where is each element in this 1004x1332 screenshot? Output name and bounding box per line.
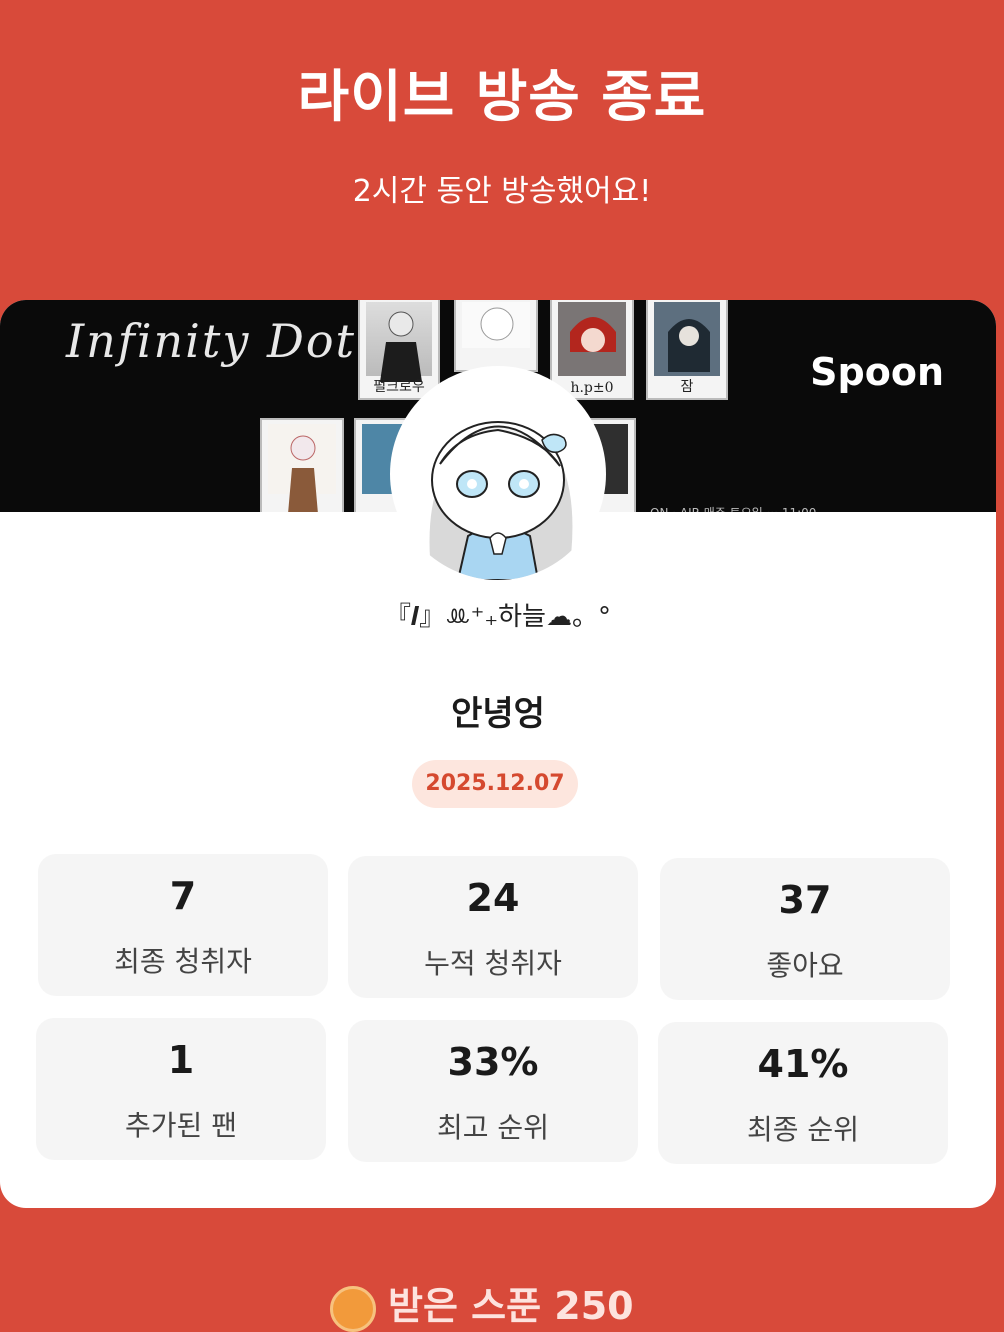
broadcast-date-badge: 2025.12.07 — [412, 760, 578, 808]
polaroid-caption: 잠 — [680, 379, 694, 395]
page-title: 라이브 방송 종료 — [297, 65, 707, 130]
spoon-coin-icon — [330, 1286, 376, 1332]
stat-label: 누적 청취자 — [424, 947, 562, 980]
dj-nickname: 『𝑰』ꔛ⁺₊하늘☁︎。° — [385, 602, 611, 632]
stat-new-fans: 1 추가된 팬 — [36, 1018, 326, 1160]
spoon-logo: Spoon — [810, 350, 944, 394]
profile-avatar[interactable] — [392, 368, 604, 580]
spoon-received-text: 받은 스푼 250 — [388, 1284, 634, 1328]
stat-likes: 37 좋아요 — [660, 858, 950, 1000]
stat-value: 41% — [757, 1042, 849, 1086]
stat-total-listeners: 24 누적 청취자 — [348, 856, 638, 998]
polaroid-card — [260, 418, 344, 512]
polaroid-card: 펄크로우 — [358, 300, 440, 400]
stat-value: 37 — [778, 878, 832, 922]
polaroid-card — [454, 300, 538, 372]
spoon-received-row: 받은 스푼 250 — [330, 1284, 634, 1332]
stat-label: 최종 청취자 — [114, 945, 252, 978]
stat-value: 7 — [169, 874, 197, 918]
page-subtitle: 2시간 동안 방송했어요! — [352, 174, 652, 209]
banner-caption: ON · AIR 매주 토요일 ··· 11:00 — [650, 504, 816, 512]
stat-final-rank: 41% 최종 순위 — [658, 1022, 948, 1164]
character-illustration — [480, 307, 514, 341]
stat-label: 추가된 팬 — [125, 1109, 237, 1142]
broadcast-title: 안녕엉 — [451, 694, 545, 734]
character-illustration — [288, 435, 318, 512]
polaroid-caption: 펄크로우 — [373, 379, 425, 395]
summary-card: Infinity Dot 펄크로우 h.p±0 잠 Spoon 『𝑰』ꔛ⁺₊하늘… — [0, 300, 996, 1208]
polaroid-card: 잠 — [646, 300, 728, 400]
stat-final-listeners: 7 최종 청취자 — [38, 854, 328, 996]
stat-value: 24 — [466, 876, 520, 920]
character-illustration — [570, 317, 616, 352]
character-illustration — [380, 311, 422, 382]
banner-title: Infinity Dot — [66, 314, 357, 368]
avatar-illustration — [392, 368, 604, 580]
polaroid-card: h.p±0 — [550, 300, 634, 400]
character-illustration — [668, 319, 710, 372]
stat-value: 1 — [167, 1038, 195, 1082]
stat-best-rank: 33% 최고 순위 — [348, 1020, 638, 1162]
stat-label: 최종 순위 — [747, 1113, 859, 1146]
stat-label: 최고 순위 — [437, 1111, 549, 1144]
stat-label: 좋아요 — [766, 949, 844, 982]
stat-value: 33% — [447, 1040, 539, 1084]
